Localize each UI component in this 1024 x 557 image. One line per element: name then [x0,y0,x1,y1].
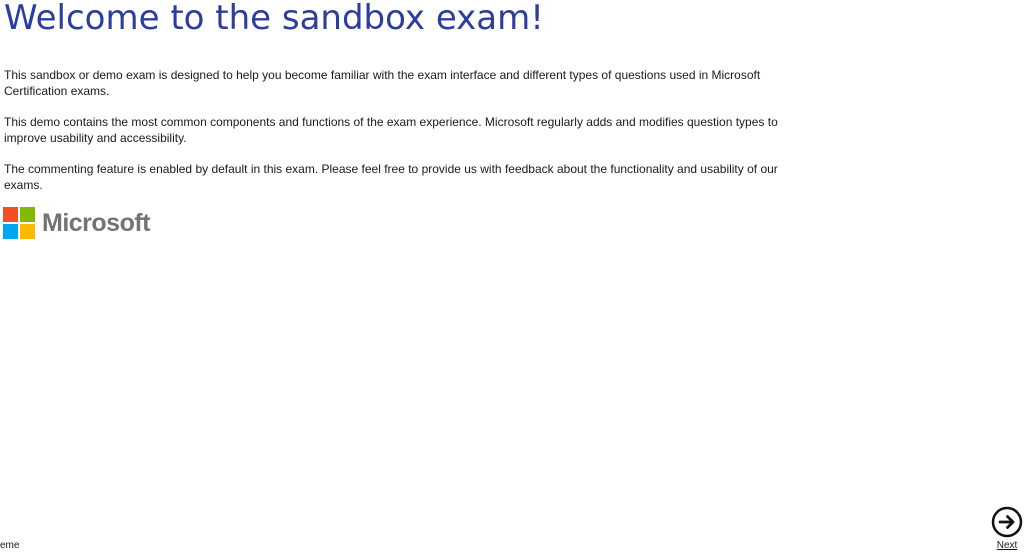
logo-square-yellow [20,224,35,239]
microsoft-logo-text: Microsoft [42,209,151,237]
next-button-label: Next [996,540,1018,551]
arrow-circle-right-icon [991,506,1023,538]
intro-paragraph-3: The commenting feature is enabled by def… [4,162,778,192]
next-button[interactable]: Next [989,506,1024,554]
theme-button[interactable]: eme [0,540,24,552]
microsoft-logo: Microsoft [3,207,151,239]
microsoft-logo-icon [3,207,35,239]
page-title: Welcome to the sandbox exam! [4,0,544,38]
logo-square-green [20,207,35,222]
logo-square-red [3,207,18,222]
logo-square-blue [3,224,18,239]
intro-paragraph-2: This demo contains the most common compo… [4,115,778,145]
intro-content: This sandbox or demo exam is designed to… [4,67,814,208]
intro-paragraph-1: This sandbox or demo exam is designed to… [4,68,761,98]
welcome-page: Welcome to the sandbox exam! This sandbo… [0,0,1024,557]
